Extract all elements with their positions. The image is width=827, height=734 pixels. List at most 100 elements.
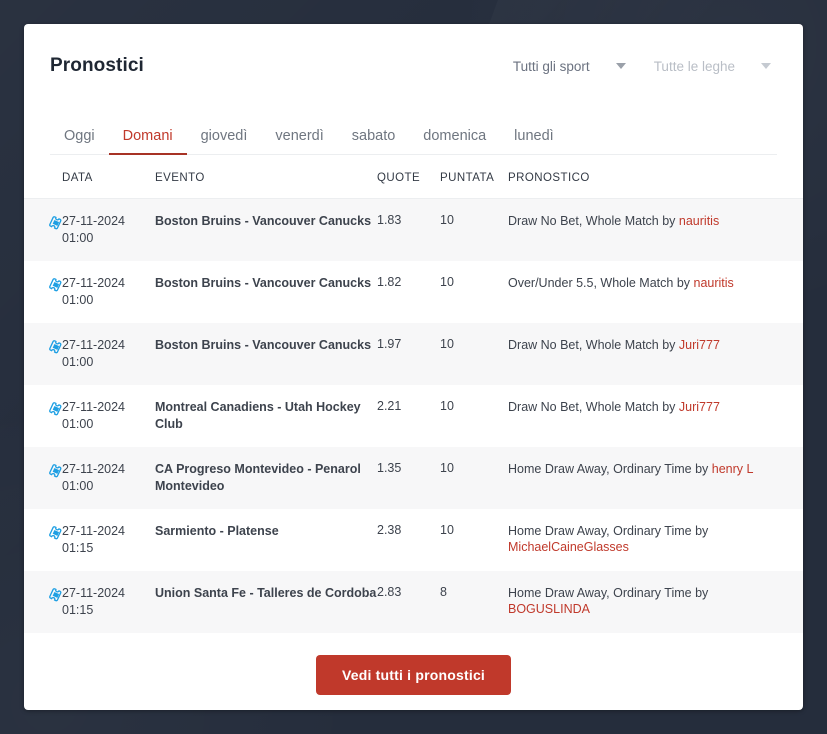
row-prediction-user[interactable]: Juri777 bbox=[679, 400, 720, 414]
table-row[interactable]: 27-11-2024 01:00 CA Progreso Montevideo - … bbox=[24, 447, 803, 509]
row-prediction-text: Draw No Bet, Whole Match by bbox=[508, 214, 676, 228]
row-icon-cell bbox=[24, 323, 62, 385]
row-event[interactable]: Montreal Canadiens - Utah Hockey Club bbox=[155, 385, 377, 447]
row-time: 01:00 bbox=[62, 293, 94, 307]
row-date-cell: 27-11-2024 01:15 bbox=[62, 571, 155, 633]
row-stake: 10 bbox=[440, 323, 508, 385]
table-row[interactable]: 27-11-2024 01:15 Union Santa Fe - Talleres… bbox=[24, 571, 803, 633]
table-row[interactable]: 27-11-2024 01:15 Sarmiento - Platense 2.38 1… bbox=[24, 509, 803, 571]
row-prediction-text: Home Draw Away, Ordinary Time by bbox=[508, 524, 709, 538]
row-date: 27-11-2024 bbox=[62, 400, 126, 414]
row-icon-cell bbox=[24, 571, 62, 633]
column-header-pronostico: PRONOSTICO bbox=[508, 155, 803, 199]
card-header: Pronostici Tutti gli sport Tutte le legh… bbox=[24, 24, 803, 80]
predictions-table: DATA EVENTO QUOTE PUNTATA PRONOSTICO 27-… bbox=[24, 155, 803, 633]
row-stake: 10 bbox=[440, 385, 508, 447]
tab-domenica[interactable]: domenica bbox=[409, 128, 500, 155]
day-tabs: Oggi Domani giovedì venerdì sabato domen… bbox=[50, 116, 777, 155]
row-time: 01:15 bbox=[62, 541, 94, 555]
tab-oggi[interactable]: Oggi bbox=[50, 128, 109, 155]
row-prediction-text: Draw No Bet, Whole Match by bbox=[508, 400, 676, 414]
row-date: 27-11-2024 bbox=[62, 338, 126, 352]
row-prediction-text: Home Draw Away, Ordinary Time by bbox=[508, 586, 709, 600]
table-header: DATA EVENTO QUOTE PUNTATA PRONOSTICO bbox=[24, 155, 803, 199]
row-date: 27-11-2024 bbox=[62, 586, 126, 600]
chevron-down-icon bbox=[761, 63, 771, 69]
row-stake: 10 bbox=[440, 509, 508, 571]
row-prediction-user[interactable]: BOGUSLINDA bbox=[508, 602, 590, 616]
row-prediction-cell: Home Draw Away, Ordinary Time by BOGUSLI… bbox=[508, 571, 803, 633]
league-filter-label: Tutte le leghe bbox=[653, 58, 735, 74]
tab-venerdi[interactable]: venerdì bbox=[261, 128, 337, 155]
row-quote: 2.21 bbox=[377, 385, 440, 447]
card-footer: Vedi tutti i pronostici bbox=[24, 633, 803, 695]
row-event[interactable]: Boston Bruins - Vancouver Canucks bbox=[155, 198, 377, 261]
row-icon-cell bbox=[24, 261, 62, 323]
tab-lunedi[interactable]: lunedì bbox=[500, 128, 568, 155]
row-time: 01:00 bbox=[62, 417, 94, 431]
league-filter-dropdown[interactable]: Tutte le leghe bbox=[654, 59, 771, 74]
row-date-cell: 27-11-2024 01:00 bbox=[62, 323, 155, 385]
column-header-data: DATA bbox=[62, 155, 155, 199]
row-prediction-user[interactable]: MichaelCaineGlasses bbox=[508, 540, 629, 554]
row-event[interactable]: Boston Bruins - Vancouver Canucks bbox=[155, 323, 377, 385]
view-all-predictions-button[interactable]: Vedi tutti i pronostici bbox=[315, 655, 512, 695]
table-row[interactable]: 27-11-2024 01:00 Montreal Canadiens - Utah… bbox=[24, 385, 803, 447]
row-icon-cell bbox=[24, 198, 62, 261]
tab-domani[interactable]: Domani bbox=[108, 128, 187, 155]
chevron-down-icon bbox=[615, 63, 626, 69]
row-quote: 1.35 bbox=[377, 447, 440, 509]
row-prediction-text: Home Draw Away, Ordinary Time by bbox=[508, 462, 709, 476]
row-stake: 10 bbox=[440, 198, 508, 261]
row-prediction-user[interactable]: henry L bbox=[712, 462, 754, 476]
row-quote: 1.82 bbox=[377, 261, 440, 323]
row-event[interactable]: Union Santa Fe - Talleres de Cordoba bbox=[155, 571, 377, 633]
row-time: 01:00 bbox=[62, 355, 94, 369]
row-event[interactable]: Boston Bruins - Vancouver Canucks bbox=[155, 261, 377, 323]
tab-sabato[interactable]: sabato bbox=[338, 128, 410, 155]
row-prediction-text: Over/Under 5.5, Whole Match by bbox=[508, 276, 691, 290]
row-prediction-user[interactable]: nauritis bbox=[694, 276, 734, 290]
row-event[interactable]: CA Progreso Montevideo - Penarol Montevi… bbox=[155, 447, 377, 509]
row-time: 01:15 bbox=[62, 603, 94, 617]
row-time: 01:00 bbox=[62, 231, 94, 245]
row-prediction-cell: Draw No Bet, Whole Match by nauritis bbox=[508, 198, 803, 261]
row-prediction-cell: Home Draw Away, Ordinary Time by henry L bbox=[508, 447, 803, 509]
row-date-cell: 27-11-2024 01:00 bbox=[62, 447, 155, 509]
predictions-card: Pronostici Tutti gli sport Tutte le legh… bbox=[24, 24, 803, 710]
table-row[interactable]: 27-11-2024 01:00 Boston Bruins - Vancouver… bbox=[24, 198, 803, 261]
row-event[interactable]: Sarmiento - Platense bbox=[155, 509, 377, 571]
tab-giovedi[interactable]: giovedì bbox=[187, 128, 262, 155]
row-icon-cell bbox=[24, 385, 62, 447]
filter-group: Tutti gli sport Tutte le leghe bbox=[513, 59, 775, 74]
row-prediction-cell: Draw No Bet, Whole Match by Juri777 bbox=[508, 323, 803, 385]
row-prediction-user[interactable]: Juri777 bbox=[679, 338, 720, 352]
row-prediction-user[interactable]: nauritis bbox=[679, 214, 719, 228]
table-row[interactable]: 27-11-2024 01:00 Boston Bruins - Vancouver… bbox=[24, 323, 803, 385]
page-title: Pronostici bbox=[50, 55, 144, 76]
sport-filter-label: Tutti gli sport bbox=[512, 58, 590, 74]
table-header-row: DATA EVENTO QUOTE PUNTATA PRONOSTICO bbox=[24, 155, 803, 199]
sport-filter-dropdown[interactable]: Tutti gli sport bbox=[513, 59, 626, 74]
row-date-cell: 27-11-2024 01:00 bbox=[62, 385, 155, 447]
row-prediction-text: Draw No Bet, Whole Match by bbox=[508, 338, 676, 352]
row-date: 27-11-2024 bbox=[62, 276, 126, 290]
row-date-cell: 27-11-2024 01:00 bbox=[62, 198, 155, 261]
row-quote: 1.83 bbox=[377, 198, 440, 261]
row-quote: 2.83 bbox=[377, 571, 440, 633]
row-stake: 10 bbox=[440, 447, 508, 509]
column-header-evento: EVENTO bbox=[155, 155, 377, 199]
row-stake: 8 bbox=[440, 571, 508, 633]
row-icon-cell bbox=[24, 447, 62, 509]
row-date: 27-11-2024 bbox=[62, 214, 126, 228]
row-prediction-cell: Home Draw Away, Ordinary Time by Michael… bbox=[508, 509, 803, 571]
column-header-icon bbox=[24, 155, 62, 199]
row-stake: 10 bbox=[440, 261, 508, 323]
row-date-cell: 27-11-2024 01:00 bbox=[62, 261, 155, 323]
table-row[interactable]: 27-11-2024 01:00 Boston Bruins - Vancouver… bbox=[24, 261, 803, 323]
column-header-puntata: PUNTATA bbox=[440, 155, 508, 199]
row-date-cell: 27-11-2024 01:15 bbox=[62, 509, 155, 571]
table-body: 27-11-2024 01:00 Boston Bruins - Vancouver… bbox=[24, 198, 803, 633]
row-prediction-cell: Draw No Bet, Whole Match by Juri777 bbox=[508, 385, 803, 447]
row-quote: 2.38 bbox=[377, 509, 440, 571]
